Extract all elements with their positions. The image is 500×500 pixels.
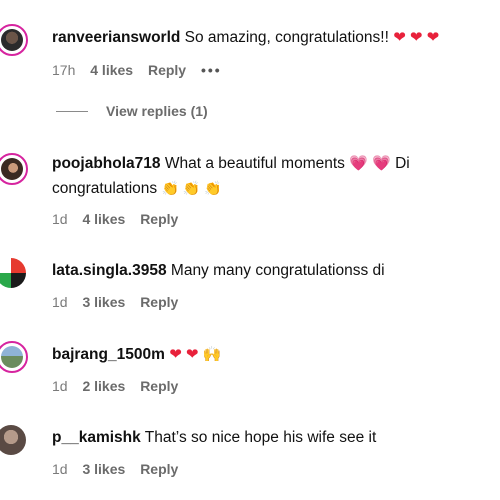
- comment-meta: 17h 4 likes Reply •••: [52, 61, 233, 79]
- comment-meta: 1d 3 likes Reply: [52, 460, 189, 478]
- comment-username[interactable]: ranveeriansworld: [52, 29, 180, 46]
- more-options-icon[interactable]: •••: [201, 62, 222, 78]
- comment-meta: 1d 2 likes Reply: [52, 377, 189, 395]
- comment-username[interactable]: poojabhola718: [52, 155, 161, 172]
- heart-emoji: ❤ ❤ 🙌: [169, 346, 222, 363]
- comment-time: 1d: [52, 461, 68, 477]
- comment-meta: 1d 4 likes Reply: [52, 210, 189, 228]
- comment-username[interactable]: bajrang_1500m: [52, 346, 165, 363]
- avatar[interactable]: [0, 24, 28, 56]
- avatar[interactable]: [0, 153, 28, 185]
- comment-meta: 1d 3 likes Reply: [52, 293, 189, 311]
- view-replies-label[interactable]: View replies (1): [106, 103, 208, 119]
- reply-button[interactable]: Reply: [140, 294, 178, 310]
- likes-count[interactable]: 4 likes: [90, 62, 133, 78]
- view-replies[interactable]: View replies (1): [56, 103, 208, 119]
- likes-count[interactable]: 4 likes: [82, 211, 125, 227]
- avatar[interactable]: [0, 258, 26, 288]
- comment-time: 1d: [52, 211, 68, 227]
- comment-username[interactable]: lata.singla.3958: [52, 262, 167, 279]
- reply-button[interactable]: Reply: [140, 211, 178, 227]
- reply-button[interactable]: Reply: [140, 461, 178, 477]
- comment-line: bajrang_1500m ❤ ❤ 🙌: [52, 343, 500, 367]
- avatar[interactable]: [0, 341, 28, 373]
- comment-text: What a beautiful moments: [164, 155, 345, 172]
- comment-text: Many many congratulationss di: [170, 262, 385, 279]
- likes-count[interactable]: 3 likes: [82, 461, 125, 477]
- likes-count[interactable]: 2 likes: [82, 378, 125, 394]
- reply-button[interactable]: Reply: [140, 378, 178, 394]
- clap-emoji: 👏 👏 👏: [161, 180, 222, 196]
- comment-text: That’s so nice hope his wife see it: [144, 429, 377, 446]
- comment-text: So amazing, congratulations!!: [184, 29, 389, 46]
- comment-time: 1d: [52, 378, 68, 394]
- comment-username[interactable]: p__kamishk: [52, 429, 141, 446]
- avatar[interactable]: [0, 425, 26, 455]
- comment-line: ranveeriansworld So amazing, congratulat…: [52, 26, 500, 50]
- likes-count[interactable]: 3 likes: [82, 294, 125, 310]
- comment-line: poojabhola718 What a beautiful moments 💗…: [52, 152, 470, 201]
- reply-button[interactable]: Reply: [148, 62, 186, 78]
- comment-time: 1d: [52, 294, 68, 310]
- comment-time: 17h: [52, 62, 76, 78]
- heart-emoji: 💗 💗: [349, 155, 391, 172]
- heart-emoji: ❤ ❤ ❤: [393, 29, 440, 46]
- comment-line: lata.singla.3958 Many many congratulatio…: [52, 259, 500, 283]
- comment-line: p__kamishk That’s so nice hope his wife …: [52, 426, 500, 450]
- replies-divider: [56, 110, 88, 112]
